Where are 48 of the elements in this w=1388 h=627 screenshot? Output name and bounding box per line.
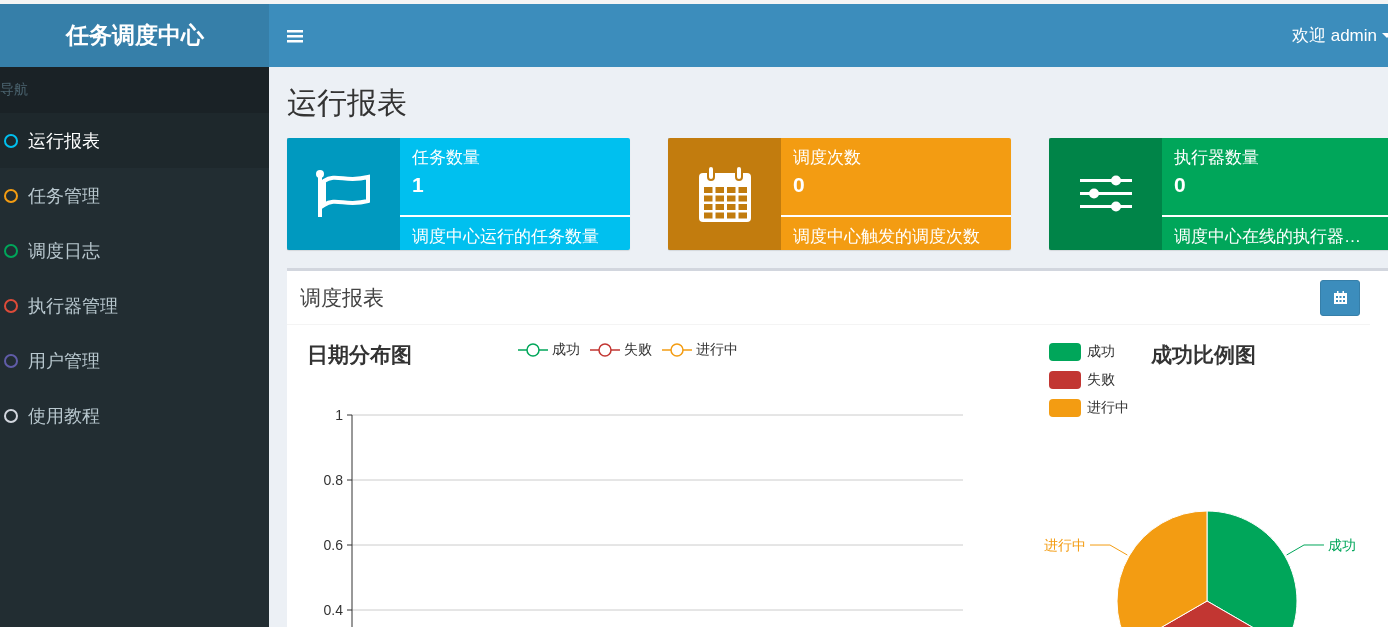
app-logo[interactable]: 任务调度中心 [0,4,269,67]
sliders-icon [1079,174,1132,214]
user-menu[interactable]: 欢迎 admin [1291,24,1388,47]
caret-icon [1382,32,1388,39]
legend-label: 进行中 [1087,399,1129,417]
leader-line [1286,544,1325,556]
calendar-icon [1333,291,1347,304]
page-title: 运行报表 [287,85,408,121]
legend-label: 成功 [1087,343,1115,361]
legend-item[interactable]: 失败 [1049,371,1129,389]
legend-label: 成功 [552,341,580,359]
calendar-icon [697,165,752,223]
sidebar-item[interactable]: 任务管理 [0,168,269,223]
legend-item[interactable]: 成功 [1049,343,1129,361]
legend-item[interactable]: 失败 [590,341,652,359]
axis-tick-label: 1 [335,407,343,423]
info-box-description: 调度中心在线的执行器… [1162,215,1388,250]
info-box-value: 0 [1173,172,1187,198]
flag-icon [315,169,372,219]
sidebar-item[interactable]: 调度日志 [0,223,269,278]
legend-label: 失败 [1087,371,1115,389]
slice-label: 成功 [1328,537,1356,553]
info-box-title: 任务数量 [411,147,481,169]
info-box-description: 调度中心触发的调度次数 [781,215,1011,250]
leader-line [1089,544,1128,556]
legend-label: 失败 [624,341,652,359]
info-box-value: 0 [792,172,806,198]
legend-item[interactable]: 进行中 [662,341,738,359]
sidebar-item[interactable]: 运行报表 [0,113,269,168]
sidebar-item[interactable]: 使用教程 [0,388,269,443]
slice-label: 进行中 [1044,537,1086,553]
sidebar-item[interactable]: 用户管理 [0,333,269,388]
legend-label: 进行中 [696,341,738,359]
info-box-description: 调度中心运行的任务数量 [400,215,630,250]
axis-tick-label: 0.4 [323,602,343,618]
axis-tick-label: 0.8 [323,472,343,488]
info-box-title: 调度次数 [792,147,862,169]
axis-tick-label: 0.6 [323,537,343,553]
date-picker-button[interactable] [1320,279,1360,316]
sidebar-item[interactable]: 执行器管理 [0,278,269,333]
chart-title: 日期分布图 [307,342,412,368]
panel-title: 调度报表 [300,284,384,311]
legend-item[interactable]: 成功 [518,341,580,359]
chart-title: 成功比例图 [1151,342,1256,368]
info-box-value: 1 [411,172,425,198]
info-box-title: 执行器数量 [1173,147,1260,169]
legend-item[interactable]: 进行中 [1049,399,1129,417]
nav-section-header: 导航 [0,67,269,113]
